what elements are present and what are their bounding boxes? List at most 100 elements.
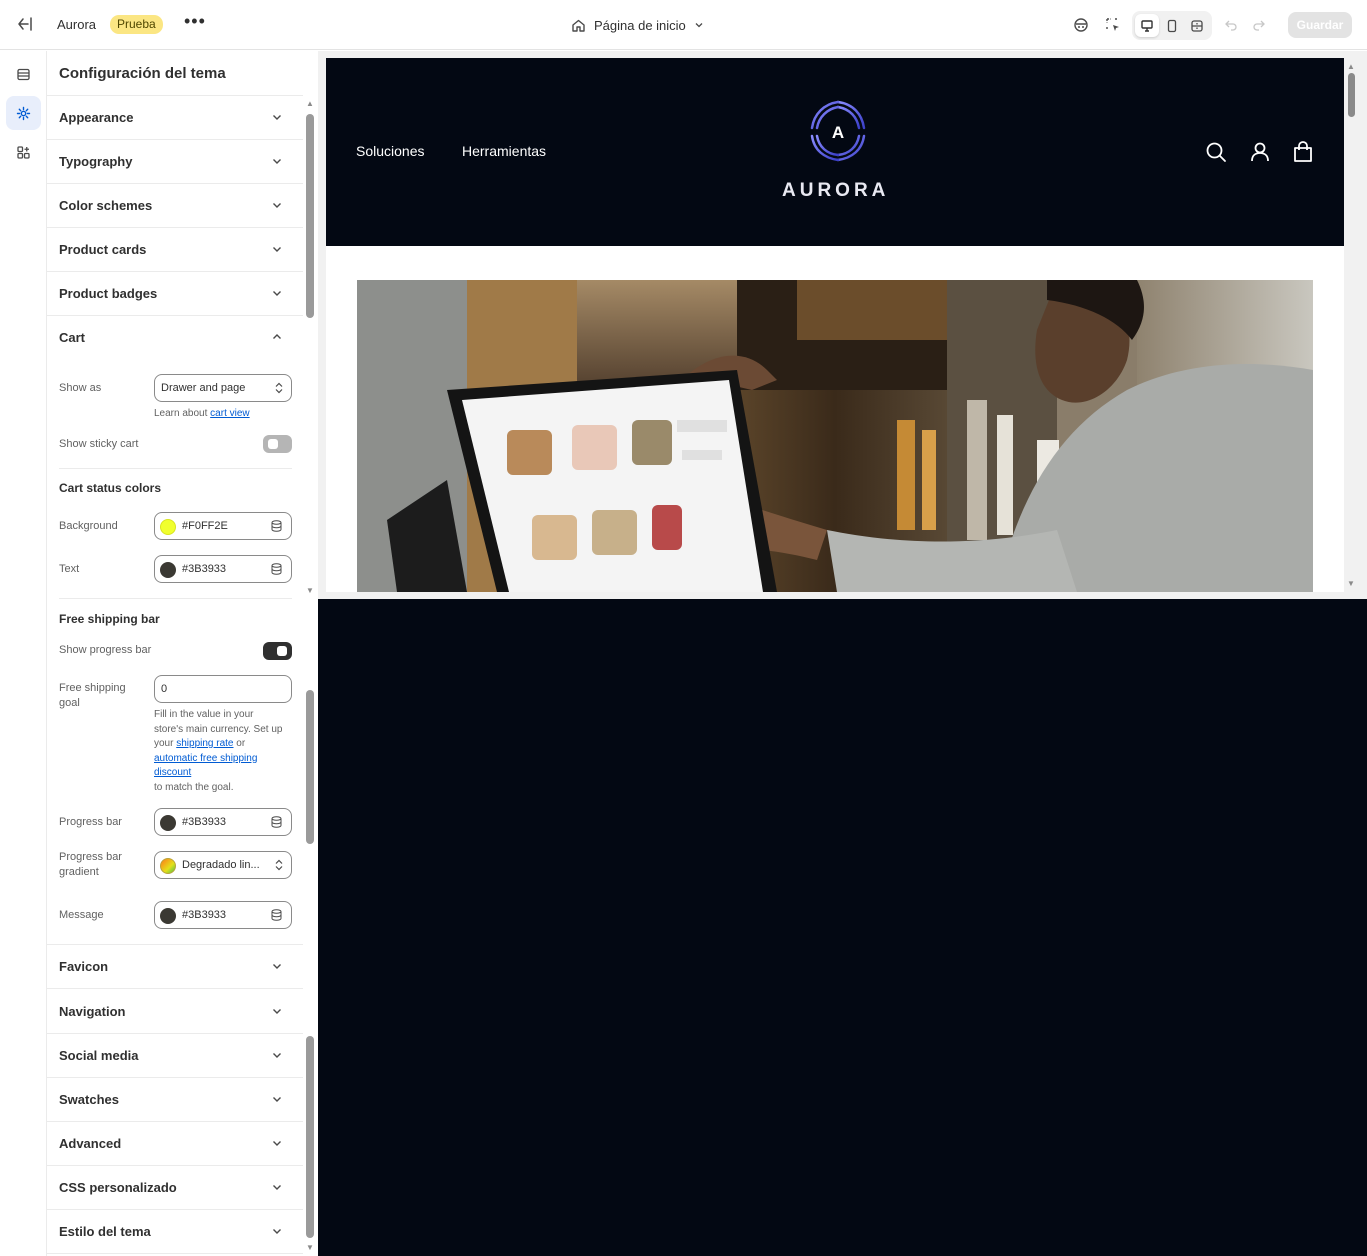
cart-status-colors-heading: Cart status colors [59, 481, 162, 495]
accordion-cart[interactable]: Cart [47, 316, 303, 360]
message-color-label: Message [59, 909, 104, 921]
label-line: goal [59, 697, 80, 709]
accordion-navigation[interactable]: Navigation [47, 990, 303, 1034]
panel-scrollbar-thumb[interactable] [306, 690, 314, 844]
show-as-select[interactable]: Drawer and page [154, 374, 292, 402]
database-icon[interactable] [271, 563, 282, 575]
select-element-button[interactable] [1102, 14, 1124, 36]
label-line: gradient [59, 866, 99, 878]
preview-inspector-button[interactable] [1070, 14, 1092, 36]
search-icon[interactable] [1205, 141, 1227, 163]
fullscreen-view-button[interactable] [1185, 14, 1209, 37]
cart-view-link[interactable]: cart view [210, 408, 249, 419]
theme-settings-nav-button[interactable] [6, 96, 41, 130]
more-actions-button[interactable]: ••• [184, 12, 205, 34]
exit-icon[interactable] [16, 15, 34, 33]
gradient-swatch[interactable] [160, 858, 176, 874]
accordion-theme-style[interactable]: Estilo del tema [47, 1210, 303, 1254]
automatic-free-shipping-link[interactable]: automatic free shipping [154, 753, 257, 764]
accordion-label: Cart [59, 330, 86, 345]
color-swatch[interactable] [160, 519, 176, 535]
panel-scrollbar-thumb[interactable] [306, 1036, 314, 1238]
accordion-swatches[interactable]: Swatches [47, 1078, 303, 1122]
accordion-color-schemes[interactable]: Color schemes [47, 184, 303, 228]
desktop-icon [1141, 19, 1153, 32]
accordion-product-badges[interactable]: Product badges [47, 272, 303, 316]
logo-letter: A [832, 123, 844, 142]
save-button[interactable]: Guardar [1288, 12, 1352, 38]
aurora-logo-icon[interactable]: A [798, 92, 878, 172]
sticky-cart-toggle[interactable] [263, 435, 292, 453]
chevron-down-icon [273, 1141, 281, 1146]
show-progress-toggle[interactable] [263, 642, 292, 660]
divider [59, 598, 292, 599]
cart-view-help: Learn about cart view [154, 407, 294, 422]
mobile-view-button[interactable] [1160, 14, 1184, 37]
chevron-down-icon [273, 1185, 281, 1190]
accordion-advanced[interactable]: Advanced [47, 1122, 303, 1166]
accordion-appearance[interactable]: Appearance [47, 96, 303, 140]
theme-settings-panel: Configuración del tema Appearance Typogr… [47, 51, 318, 1256]
accordion-custom-css[interactable]: CSS personalizado [47, 1166, 303, 1210]
database-icon[interactable] [271, 816, 282, 828]
text-color-value: #3B3933 [182, 563, 227, 575]
toggle-knob [277, 646, 287, 656]
sections-nav-button[interactable] [6, 57, 41, 91]
accordion-favicon[interactable]: Favicon [47, 945, 303, 989]
account-icon[interactable] [1249, 141, 1271, 163]
scroll-up-arrow[interactable]: ▲ [305, 100, 315, 108]
shopping-bag-icon[interactable] [1292, 141, 1314, 163]
undo-button[interactable] [1220, 14, 1242, 36]
progress-bar-gradient-label: Progress bar gradient [59, 850, 122, 880]
color-swatch[interactable] [160, 562, 176, 578]
accordion-product-cards[interactable]: Product cards [47, 228, 303, 272]
nav-link-tools[interactable]: Herramientas [462, 143, 546, 159]
chevron-down-icon [273, 203, 281, 208]
database-icon[interactable] [271, 520, 282, 532]
nav-link-solutions[interactable]: Soluciones [356, 143, 425, 159]
background-color-picker[interactable]: #F0FF2E [154, 512, 292, 540]
progress-bar-color-picker[interactable]: #3B3933 [154, 808, 292, 836]
accordion-social-media[interactable]: Social media [47, 1034, 303, 1078]
background-color-label: Background [59, 520, 118, 532]
scroll-down-arrow[interactable]: ▼ [305, 1244, 315, 1252]
progress-bar-gradient-select[interactable]: Degradado lin... [154, 851, 292, 879]
inspector-icon [1074, 18, 1088, 32]
color-swatch[interactable] [160, 815, 176, 831]
sections-icon [17, 68, 30, 80]
select-arrows-icon [275, 382, 283, 394]
show-as-value: Drawer and page [161, 382, 246, 394]
page-selector[interactable]: Página de inicio [571, 14, 704, 36]
help-text: Fill in the value in your [154, 709, 254, 720]
discount-link[interactable]: discount [154, 767, 191, 778]
undo-icon [1225, 20, 1237, 31]
accordion-label: Social media [59, 1048, 139, 1063]
preview-scroll-up-arrow[interactable]: ▲ [1346, 63, 1356, 71]
help-text: store's main currency. Set up [154, 723, 283, 735]
scroll-down-arrow[interactable]: ▼ [305, 587, 315, 595]
preview-scrollbar-thumb[interactable] [1348, 73, 1355, 117]
color-swatch[interactable] [160, 908, 176, 924]
home-icon [572, 19, 585, 32]
database-icon[interactable] [271, 909, 282, 921]
chevron-down-icon [273, 159, 281, 164]
logo-text: AURORA [782, 180, 890, 201]
panel-scrollbar-thumb[interactable] [306, 114, 314, 318]
message-color-picker[interactable]: #3B3933 [154, 901, 292, 929]
status-badge: Prueba [110, 15, 163, 34]
panel-title: Configuración del tema [59, 65, 226, 82]
apps-nav-button[interactable] [6, 135, 41, 169]
preview-scroll-down-arrow[interactable]: ▼ [1346, 580, 1356, 588]
free-shipping-goal-input[interactable]: 0 [154, 675, 292, 703]
chevron-down-icon [273, 1097, 281, 1102]
redo-button[interactable] [1248, 14, 1270, 36]
progress-bar-color-label: Progress bar [59, 816, 122, 828]
shipping-rate-link[interactable]: shipping rate [176, 738, 233, 749]
chevron-down-icon [273, 964, 281, 969]
desktop-view-button[interactable] [1135, 14, 1159, 37]
accordion-typography[interactable]: Typography [47, 140, 303, 184]
text-color-picker[interactable]: #3B3933 [154, 555, 292, 583]
help-text: your [154, 738, 174, 749]
accordion-label: Typography [59, 154, 133, 169]
hero-image [357, 280, 1313, 592]
